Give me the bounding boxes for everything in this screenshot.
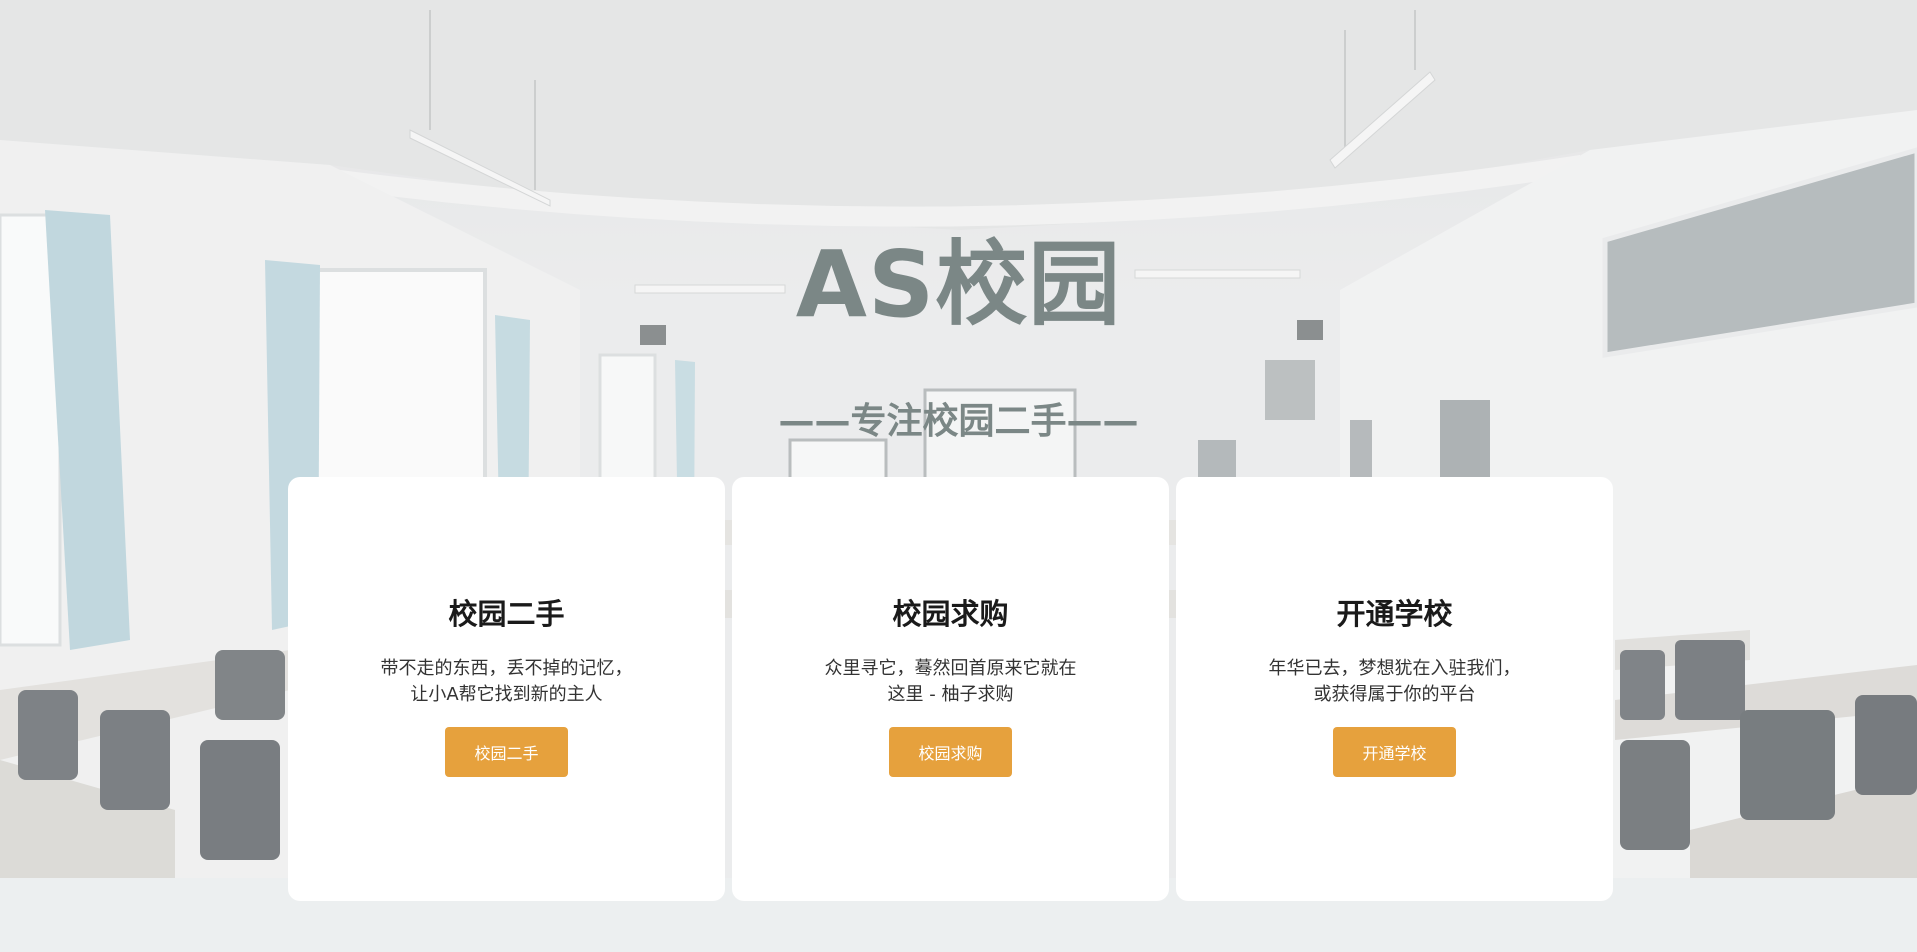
card-title: 开通学校: [1336, 597, 1453, 631]
card-title: 校园二手: [448, 597, 565, 631]
site-title: AS校园: [795, 231, 1122, 338]
card-wanted: 校园求购 众里寻它，蓦然回首原来它就在这里 - 柚子求购 校园求购: [732, 477, 1169, 901]
open-school-button[interactable]: 开通学校: [1333, 727, 1456, 777]
wanted-button[interactable]: 校园求购: [889, 727, 1012, 777]
card-secondhand: 校园二手 带不走的东西，丢不掉的记忆，让小A帮它找到新的主人 校园二手: [288, 477, 725, 901]
card-description: 年华已去，梦想犹在入驻我们，或获得属于你的平台: [1268, 658, 1521, 705]
card-open-school: 开通学校 年华已去，梦想犹在入驻我们，或获得属于你的平台 开通学校: [1176, 477, 1613, 901]
card-description: 带不走的东西，丢不掉的记忆，让小A帮它找到新的主人: [380, 658, 633, 705]
feature-cards: 校园二手 带不走的东西，丢不掉的记忆，让小A帮它找到新的主人 校园二手 校园求购…: [288, 477, 1613, 901]
card-title: 校园求购: [892, 597, 1009, 631]
card-description: 众里寻它，蓦然回首原来它就在这里 - 柚子求购: [824, 658, 1077, 705]
site-tagline: ——专注校园二手——: [778, 401, 1139, 442]
secondhand-button[interactable]: 校园二手: [445, 727, 568, 777]
landing-page: AS校园 ——专注校园二手—— 校园二手 带不走的东西，丢不掉的记忆，让小A帮它…: [0, 0, 1917, 952]
